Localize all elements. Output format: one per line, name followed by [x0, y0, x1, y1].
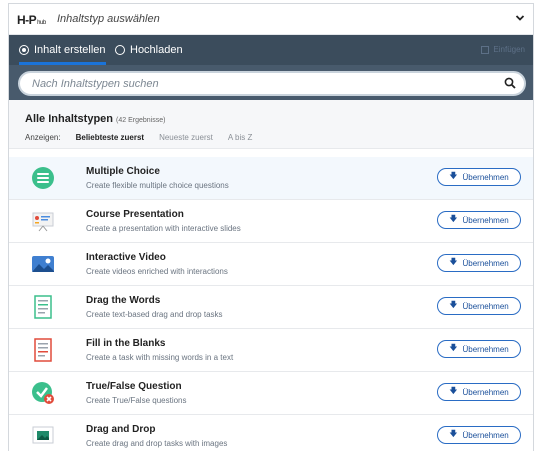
search-band [9, 65, 533, 100]
header-title: Inhaltstyp auswählen [57, 13, 160, 25]
sort-label: Anzeigen: [25, 133, 61, 142]
list-item[interactable]: Interactive Video Create videos enriched… [9, 243, 533, 286]
arrow-down-icon: 🡇 [449, 257, 458, 266]
item-description: Create text-based drag and drop tasks [86, 310, 223, 319]
arrow-down-icon: 🡇 [449, 214, 458, 223]
list-item[interactable]: Multiple Choice Create flexible multiple… [9, 157, 533, 200]
use-button[interactable]: 🡇 Übernehmen [437, 254, 521, 272]
list-item[interactable]: Drag the Words Create text-based drag an… [9, 286, 533, 329]
item-title: Drag and Drop [86, 424, 156, 435]
sort-newest[interactable]: Neueste zuerst [159, 133, 213, 142]
item-title: Fill in the Blanks [86, 338, 166, 349]
tab-upload[interactable]: Hochladen [115, 35, 183, 65]
drag-the-words-icon [34, 295, 52, 319]
arrow-down-icon: 🡇 [449, 386, 458, 395]
selector-header[interactable]: H-Phub Inhaltstyp auswählen [9, 4, 533, 35]
list-item[interactable]: True/False Question Create True/False qu… [9, 372, 533, 415]
item-description: Create flexible multiple choice question… [86, 181, 229, 190]
use-button[interactable]: 🡇 Übernehmen [437, 211, 521, 229]
use-button[interactable]: 🡇 Übernehmen [437, 168, 521, 186]
item-title: Drag the Words [86, 295, 161, 306]
radio-selected-icon[interactable] [19, 45, 29, 55]
tab-bar: Inhalt erstellen Hochladen Einfügen [9, 35, 533, 65]
use-button[interactable]: 🡇 Übernehmen [437, 340, 521, 358]
search-box[interactable] [18, 71, 526, 96]
results-count: (42 Ergebnisse) [116, 117, 166, 124]
insert-icon [481, 45, 490, 54]
tab-create-content[interactable]: Inhalt erstellen [19, 35, 106, 65]
insert-button[interactable]: Einfügen [481, 45, 525, 54]
item-title: True/False Question [86, 381, 182, 392]
item-description: Create True/False questions [86, 396, 187, 405]
item-description: Create videos enriched with interactions [86, 267, 228, 276]
arrow-down-icon: 🡇 [449, 343, 458, 352]
fill-in-the-blanks-icon [34, 338, 52, 362]
item-description: Create a task with missing words in a te… [86, 353, 234, 362]
content-type-selector: H-Phub Inhaltstyp auswählen Inhalt erste… [8, 3, 534, 451]
interactive-video-icon [32, 256, 54, 272]
sort-a-to-z[interactable]: A bis Z [228, 133, 252, 142]
content-type-list: Multiple Choice Create flexible multiple… [9, 157, 533, 451]
tab-label: Inhalt erstellen [34, 44, 106, 56]
list-item[interactable]: Course Presentation Create a presentatio… [9, 200, 533, 243]
tab-label: Hochladen [130, 44, 183, 56]
sort-options: Anzeigen: Beliebteste zuerst Neueste zue… [25, 133, 267, 142]
item-title: Multiple Choice [86, 166, 160, 177]
item-description: Create drag and drop tasks with images [86, 439, 228, 448]
h5p-logo: H-Phub [17, 13, 46, 27]
drag-and-drop-icon [32, 426, 54, 444]
item-description: Create a presentation with interactive s… [86, 224, 241, 233]
true-false-icon [32, 382, 54, 404]
list-item[interactable]: Drag and Drop Create drag and drop tasks… [9, 415, 533, 451]
chevron-down-icon[interactable] [515, 13, 525, 23]
list-item[interactable]: Fill in the Blanks Create a task with mi… [9, 329, 533, 372]
multiple-choice-icon [32, 167, 54, 189]
course-presentation-icon [32, 212, 54, 232]
use-button[interactable]: 🡇 Übernehmen [437, 297, 521, 315]
results-heading: Alle Inhaltstypen (42 Ergebnisse) [25, 113, 166, 125]
sort-most-popular[interactable]: Beliebteste zuerst [76, 133, 144, 142]
arrow-down-icon: 🡇 [449, 171, 458, 180]
arrow-down-icon: 🡇 [449, 429, 458, 438]
arrow-down-icon: 🡇 [449, 300, 458, 309]
use-button[interactable]: 🡇 Übernehmen [437, 383, 521, 401]
item-title: Interactive Video [86, 252, 166, 263]
radio-unselected-icon[interactable] [115, 45, 125, 55]
use-button[interactable]: 🡇 Übernehmen [437, 426, 521, 444]
search-icon[interactable] [504, 77, 516, 89]
item-title: Course Presentation [86, 209, 184, 220]
search-input[interactable] [32, 76, 492, 91]
filter-area: Alle Inhaltstypen (42 Ergebnisse) Anzeige… [9, 100, 533, 149]
